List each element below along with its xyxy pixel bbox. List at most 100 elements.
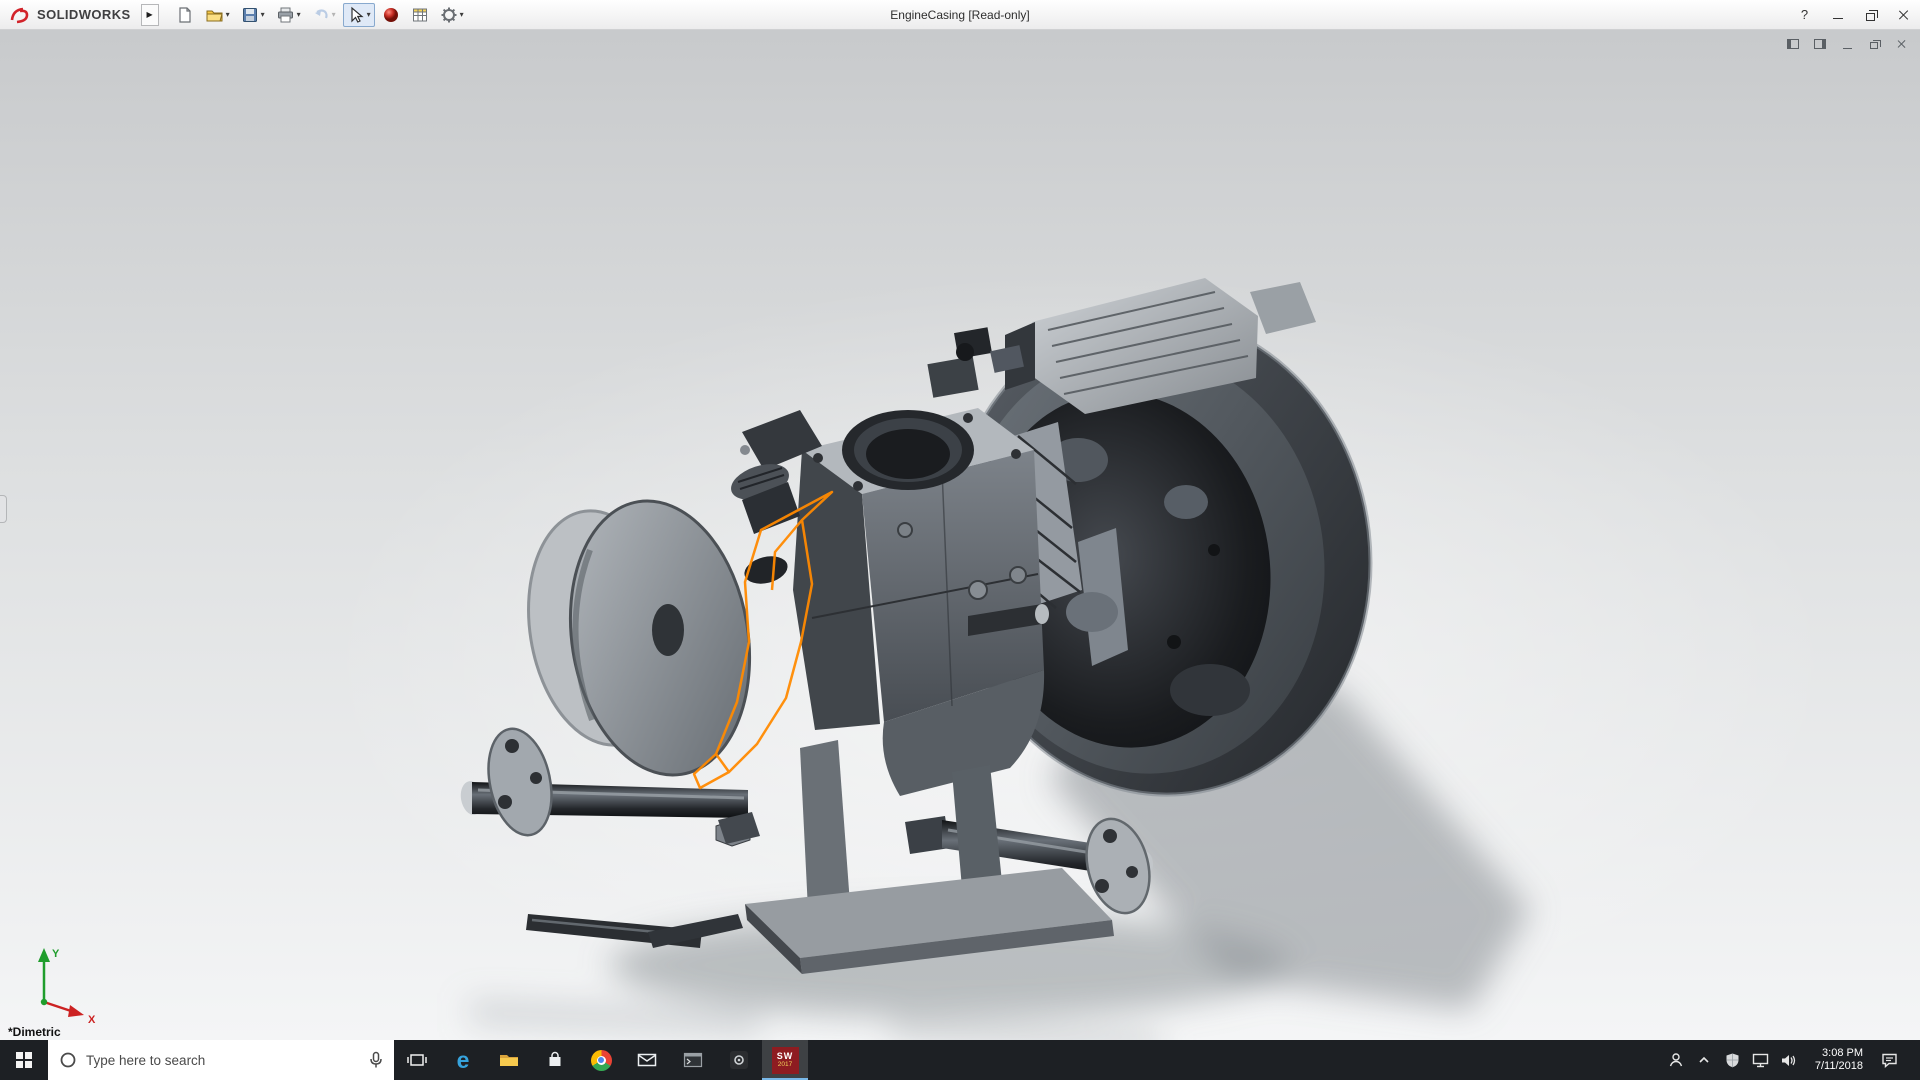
orientation-triad: Y X: [38, 948, 96, 1026]
appearance-button[interactable]: [378, 3, 404, 27]
help-button[interactable]: ?: [1788, 0, 1821, 29]
file-explorer-icon: [500, 1055, 518, 1066]
action-center-button[interactable]: [1881, 1052, 1898, 1069]
doc-minimize-button[interactable]: [1838, 36, 1856, 51]
tray-overflow-button[interactable]: [1696, 1052, 1713, 1069]
taskbar-app-store[interactable]: [532, 1040, 578, 1080]
select-dropdown-caret[interactable]: ▾: [367, 10, 371, 19]
task-view-button[interactable]: [394, 1040, 440, 1080]
chrome-icon: [590, 1049, 612, 1071]
undo-button[interactable]: ▾: [308, 3, 340, 27]
search-input[interactable]: [86, 1052, 360, 1068]
document-window-controls: [1784, 36, 1910, 51]
design-table-button[interactable]: [407, 3, 433, 27]
action-center-icon: [1882, 1053, 1897, 1068]
doc-minimize-icon: [1842, 47, 1852, 49]
options-button[interactable]: ▾: [436, 3, 468, 27]
microphone-icon[interactable]: [369, 1051, 383, 1069]
taskbar-app-mail[interactable]: [624, 1040, 670, 1080]
options-dropdown-caret[interactable]: ▾: [460, 10, 464, 19]
triad-y-label: Y: [52, 948, 60, 960]
doc-pane-right-button[interactable]: [1811, 36, 1829, 51]
open-icon: [206, 10, 223, 21]
brand-text: SOLIDWORKS: [37, 7, 131, 22]
clock-date: 7/11/2018: [1814, 1060, 1863, 1072]
save-icon: [242, 7, 257, 22]
console-icon: [683, 1052, 703, 1068]
volume-icon: [1781, 1054, 1796, 1066]
chevron-up-icon: [1699, 1056, 1709, 1063]
doc-restore-icon: [1870, 39, 1881, 49]
volume-button[interactable]: [1780, 1052, 1797, 1069]
panel-collapse-tab[interactable]: [0, 495, 7, 523]
settings-icon: [730, 1051, 748, 1069]
restore-button[interactable]: [1854, 0, 1887, 29]
taskbar-app-edge[interactable]: e: [440, 1040, 486, 1080]
doc-pane-left-button[interactable]: [1784, 36, 1802, 51]
design-table-icon: [412, 8, 427, 21]
defender-shield-icon: [1726, 1053, 1739, 1068]
doc-close-button[interactable]: [1892, 36, 1910, 51]
document-title: EngineCasing [Read-only]: [890, 8, 1030, 22]
task-view-icon: [407, 1054, 427, 1066]
minimize-icon: [1832, 18, 1843, 19]
new-document-icon: [178, 6, 191, 23]
edge-icon: e: [456, 1046, 470, 1073]
solidworks-logo-icon: [10, 7, 29, 23]
taskbar-app-settings[interactable]: [716, 1040, 762, 1080]
store-icon: [549, 1051, 561, 1066]
main-toolbar: ▾ ▾ ▾ ▾ ▾ ▾: [169, 2, 468, 27]
solidworks-logo: SOLIDWORKS: [0, 6, 137, 24]
minimize-button[interactable]: [1821, 0, 1854, 29]
mail-icon: [637, 1053, 657, 1067]
pane-left-icon: [1787, 38, 1799, 49]
titlebar: SOLIDWORKS ▶ ▾ ▾ ▾ ▾ ▾ ▾ EngineCasing [R…: [0, 0, 1920, 30]
solidworks-icon-year: 2017: [777, 1060, 793, 1068]
windows-taskbar: e: [0, 1040, 1920, 1080]
undo-icon: [314, 8, 328, 18]
cortana-circle-icon: [60, 1052, 76, 1068]
print-dropdown-caret[interactable]: ▾: [297, 10, 301, 19]
network-button[interactable]: [1752, 1052, 1769, 1069]
undo-dropdown-caret[interactable]: ▾: [332, 10, 336, 19]
select-cursor-icon: [351, 6, 364, 23]
open-button[interactable]: ▾: [201, 3, 234, 27]
select-button[interactable]: ▾: [342, 2, 375, 27]
doc-close-icon: [1896, 39, 1906, 49]
pane-right-icon: [1814, 38, 1826, 49]
close-button[interactable]: [1887, 0, 1920, 29]
restore-icon: [1866, 9, 1878, 21]
taskbar-app-solidworks[interactable]: SW 2017: [762, 1040, 808, 1080]
taskbar-app-file-explorer[interactable]: [486, 1040, 532, 1080]
taskbar-search[interactable]: [48, 1040, 394, 1080]
solidworks-app-icon: SW 2017: [771, 1046, 799, 1074]
window-controls: ?: [1788, 0, 1920, 29]
people-icon: [1670, 1053, 1683, 1067]
appearance-sphere-icon: [383, 7, 398, 22]
doc-restore-button[interactable]: [1865, 36, 1883, 51]
scene-canvas[interactable]: [0, 30, 1920, 1040]
toolbar-flyout-button[interactable]: ▶: [140, 3, 159, 26]
open-dropdown-caret[interactable]: ▾: [226, 10, 230, 19]
taskbar-app-console[interactable]: [670, 1040, 716, 1080]
view-orientation-label: *Dimetric: [8, 1025, 61, 1039]
windows-logo-icon: [16, 1052, 32, 1068]
clock-time: 3:08 PM: [1822, 1047, 1863, 1059]
graphics-viewport[interactable]: Y X *Dimetric: [0, 30, 1920, 1040]
save-button[interactable]: ▾: [237, 3, 269, 27]
save-dropdown-caret[interactable]: ▾: [261, 10, 265, 19]
taskbar-clock[interactable]: 3:08 PM 7/11/2018: [1808, 1047, 1870, 1073]
network-display-icon: [1752, 1053, 1769, 1067]
options-gear-icon: [441, 7, 457, 22]
defender-button[interactable]: [1724, 1052, 1741, 1069]
start-button[interactable]: [0, 1040, 48, 1080]
print-icon: [277, 7, 293, 22]
taskbar-app-chrome[interactable]: [578, 1040, 624, 1080]
solidworks-icon-label: SW: [776, 1050, 794, 1061]
people-button[interactable]: [1668, 1052, 1685, 1069]
print-button[interactable]: ▾: [272, 3, 305, 27]
new-document-button[interactable]: [172, 3, 198, 27]
triad-x-label: X: [88, 1014, 96, 1026]
system-tray: 3:08 PM 7/11/2018: [1664, 1040, 1920, 1080]
close-icon: [1898, 9, 1910, 21]
